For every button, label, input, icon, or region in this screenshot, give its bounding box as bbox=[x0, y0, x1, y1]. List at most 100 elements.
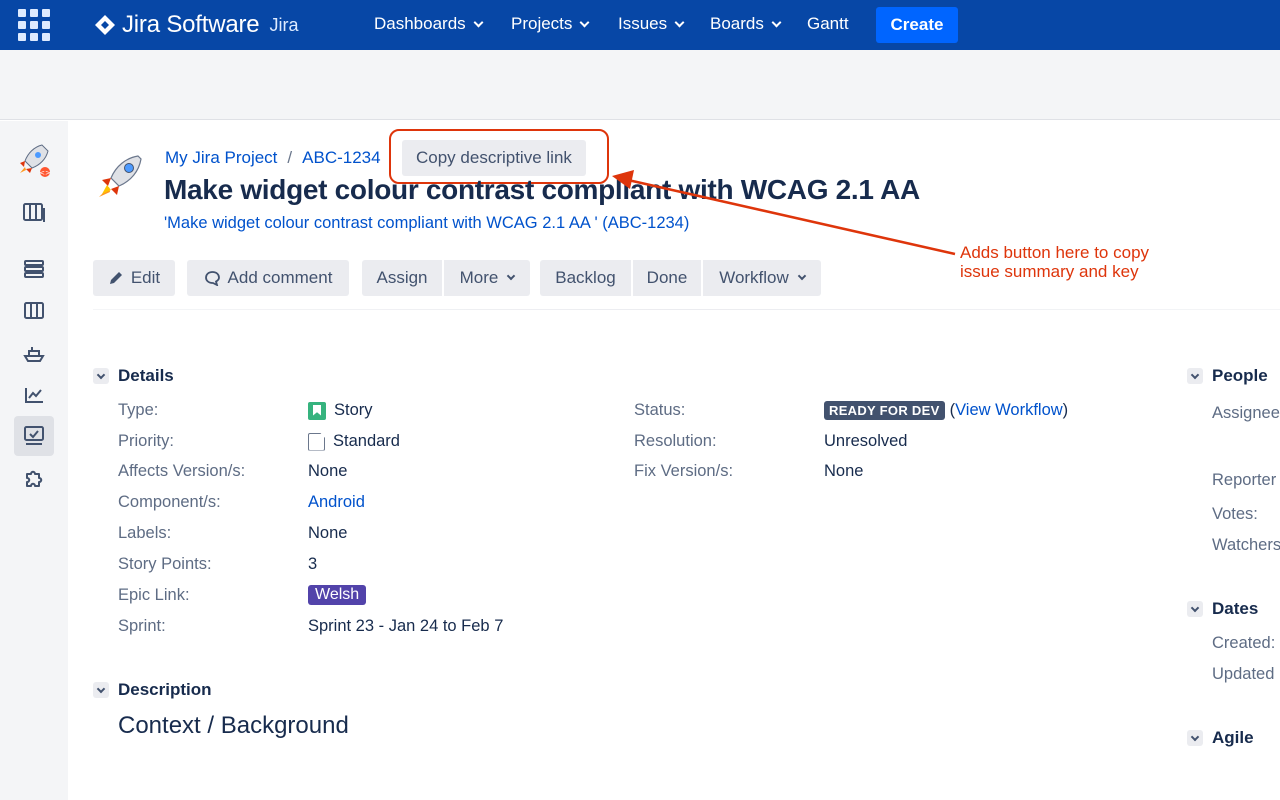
epic-lozenge[interactable]: Welsh bbox=[308, 585, 367, 605]
chevron-down-icon bbox=[797, 271, 807, 281]
story-icon bbox=[308, 401, 326, 420]
sprint-value: Sprint 23 - Jan 24 to Feb 7 bbox=[308, 617, 504, 635]
people-section-toggle[interactable]: People bbox=[1187, 366, 1268, 386]
chevron-down-icon bbox=[1187, 368, 1203, 384]
nav-issues[interactable]: Issues bbox=[618, 14, 685, 34]
affects-version-label: Affects Version/s: bbox=[118, 462, 246, 480]
priority-standard-icon bbox=[308, 432, 325, 451]
epic-link-value: Welsh bbox=[308, 585, 367, 605]
chevron-down-icon bbox=[93, 682, 109, 698]
descriptive-link-text[interactable]: 'Make widget colour contrast compliant w… bbox=[164, 214, 689, 233]
status-label: Status: bbox=[634, 401, 686, 419]
updated-label: Updated bbox=[1212, 665, 1275, 683]
assign-button[interactable]: Assign bbox=[362, 260, 442, 296]
resolution-value: Unresolved bbox=[824, 432, 908, 450]
jira-logo[interactable]: Jira Software Jira bbox=[94, 11, 298, 39]
description-section-toggle[interactable]: Description bbox=[93, 680, 212, 700]
type-value: Story bbox=[308, 401, 373, 420]
description-heading: Description bbox=[118, 680, 212, 699]
sprint-label: Sprint: bbox=[118, 617, 166, 635]
breadcrumb-separator: / bbox=[287, 148, 293, 167]
description-subheading: Context / Background bbox=[118, 712, 349, 739]
status-badge: READY FOR DEV bbox=[824, 401, 945, 420]
details-heading: Details bbox=[118, 366, 174, 385]
nav-gantt-label: Gantt bbox=[807, 14, 849, 33]
agile-heading: Agile bbox=[1212, 728, 1254, 747]
priority-value-text: Standard bbox=[333, 432, 400, 450]
toolbar-divider bbox=[93, 309, 1280, 310]
chevron-down-icon bbox=[674, 17, 685, 27]
brand-name: Jira Software bbox=[122, 11, 260, 38]
watchers-label: Watchers bbox=[1212, 536, 1280, 554]
nav-gantt[interactable]: Gantt bbox=[807, 14, 849, 34]
stack-icon[interactable] bbox=[14, 249, 54, 289]
view-workflow-link[interactable]: View Workflow bbox=[955, 401, 1063, 420]
priority-label: Priority: bbox=[118, 432, 174, 450]
announcement-banner bbox=[0, 50, 1280, 120]
backlog-button[interactable]: Backlog bbox=[540, 260, 631, 296]
board-columns-icon[interactable] bbox=[14, 291, 54, 331]
edit-button[interactable]: Edit bbox=[93, 260, 175, 296]
nav-projects[interactable]: Projects bbox=[511, 14, 590, 34]
type-value-text: Story bbox=[334, 401, 373, 419]
add-comment-button[interactable]: Add comment bbox=[187, 260, 349, 296]
brand-sub: Jira bbox=[269, 14, 299, 35]
more-button[interactable]: More bbox=[444, 260, 530, 296]
chevron-down-icon bbox=[473, 17, 484, 27]
add-comment-label: Add comment bbox=[227, 268, 333, 287]
epic-link-label: Epic Link: bbox=[118, 586, 190, 604]
chevron-down-icon bbox=[507, 271, 516, 281]
project-sidebar: <> bbox=[0, 121, 68, 800]
chevron-down-icon bbox=[1187, 730, 1203, 746]
assignee-label: Assignee bbox=[1212, 404, 1280, 422]
chevron-down-icon bbox=[579, 17, 590, 27]
nav-issues-label: Issues bbox=[618, 14, 668, 33]
breadcrumb-project-link[interactable]: My Jira Project bbox=[165, 148, 277, 168]
component-link[interactable]: Android bbox=[308, 493, 365, 512]
agile-section-toggle[interactable]: Agile bbox=[1187, 728, 1254, 748]
dates-heading: Dates bbox=[1212, 599, 1259, 618]
releases-ship-icon[interactable] bbox=[14, 333, 54, 373]
create-button[interactable]: Create bbox=[876, 7, 958, 43]
comment-icon bbox=[204, 271, 220, 286]
view-workflow-close-paren: ) bbox=[1062, 401, 1069, 419]
issues-monitor-icon[interactable] bbox=[14, 416, 54, 456]
details-section-toggle[interactable]: Details bbox=[93, 366, 174, 386]
nav-dashboards[interactable]: Dashboards bbox=[374, 14, 484, 34]
annotation-line-2: issue summary and key bbox=[960, 262, 1139, 281]
done-button[interactable]: Done bbox=[633, 260, 701, 296]
jira-diamond-icon bbox=[95, 15, 115, 35]
workflow-button[interactable]: Workflow bbox=[703, 260, 821, 296]
resolution-label: Resolution: bbox=[634, 432, 717, 450]
reporter-label: Reporter bbox=[1212, 471, 1277, 489]
backlog-board-icon[interactable] bbox=[14, 193, 54, 233]
fix-version-label: Fix Version/s: bbox=[634, 462, 734, 480]
people-heading: People bbox=[1212, 366, 1268, 385]
breadcrumb-issue-key-link[interactable]: ABC-1234 bbox=[302, 148, 380, 168]
breadcrumb: My Jira Project / ABC-1234 bbox=[165, 148, 381, 168]
pencil-icon bbox=[109, 272, 122, 284]
chevron-down-icon bbox=[93, 368, 109, 384]
annotation-text: Adds button here to copy issue summary a… bbox=[960, 243, 1200, 281]
priority-value: Standard bbox=[308, 432, 400, 451]
edit-label: Edit bbox=[130, 268, 161, 287]
app-switcher-icon[interactable] bbox=[18, 9, 50, 41]
status-value: READY FOR DEV (View Workflow) bbox=[824, 401, 1068, 420]
issue-title[interactable]: Make widget colour contrast compliant wi… bbox=[164, 174, 920, 206]
project-rocket-icon[interactable]: <> bbox=[14, 139, 54, 179]
dates-section-toggle[interactable]: Dates bbox=[1187, 599, 1258, 619]
project-avatar-rocket-icon[interactable] bbox=[94, 150, 146, 202]
nav-boards-label: Boards bbox=[710, 14, 764, 33]
nav-boards[interactable]: Boards bbox=[710, 14, 782, 34]
addons-puzzle-icon[interactable] bbox=[14, 459, 54, 499]
story-points-value: 3 bbox=[308, 555, 318, 573]
workflow-label: Workflow bbox=[719, 268, 789, 287]
annotation-line-1: Adds button here to copy bbox=[960, 243, 1150, 262]
story-points-label: Story Points: bbox=[118, 555, 212, 573]
affects-version-value: None bbox=[308, 462, 348, 480]
fix-version-value: None bbox=[824, 462, 864, 480]
reports-chart-icon[interactable] bbox=[14, 375, 54, 415]
type-label: Type: bbox=[118, 401, 159, 419]
votes-label: Votes: bbox=[1212, 505, 1258, 523]
nav-projects-label: Projects bbox=[511, 14, 573, 33]
